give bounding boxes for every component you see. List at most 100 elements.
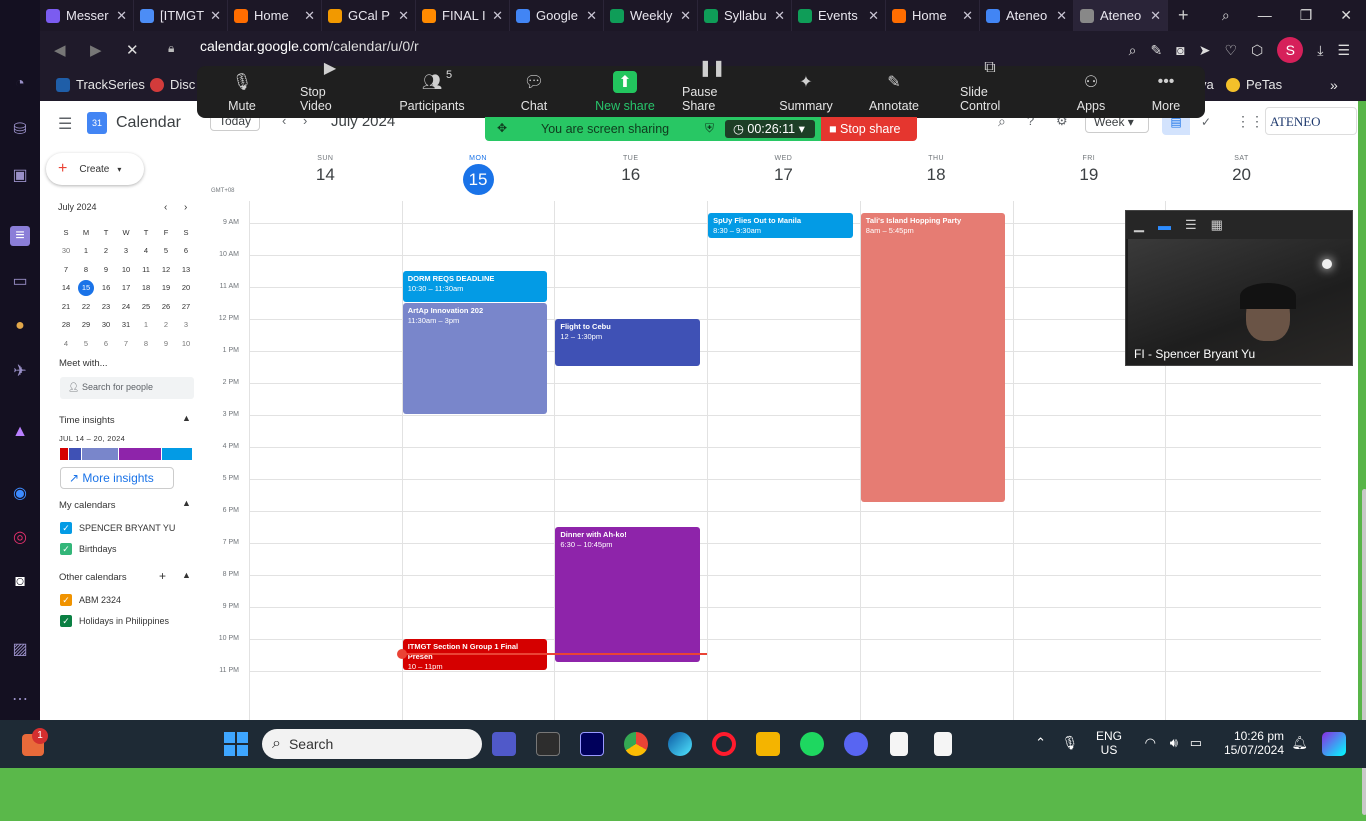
drag-handle-icon[interactable]: ✥: [497, 121, 507, 135]
search-people-input[interactable]: 👤︎ Search for people: [60, 377, 194, 399]
forward-icon[interactable]: ▶: [90, 41, 112, 59]
premiere-icon[interactable]: [580, 732, 604, 756]
clock[interactable]: 10:26 pm 15/07/2024: [1224, 729, 1284, 757]
file-explorer-icon[interactable]: [756, 732, 780, 756]
copilot-icon[interactable]: [1322, 732, 1346, 756]
mini-day[interactable]: 27: [176, 302, 196, 311]
zoom-chat-button[interactable]: 💬︎ Chat: [504, 71, 564, 113]
zoom-pause-share-button[interactable]: ❚❚ Pause Share: [682, 57, 742, 113]
wifi-icon[interactable]: ◠: [1145, 735, 1156, 751]
zoom-slide-control-button[interactable]: ⧉ Slide Control: [960, 57, 1020, 113]
day-header-sun[interactable]: SUN 14: [249, 155, 402, 185]
close-icon[interactable]: ✕: [398, 8, 409, 24]
minecraft-icon[interactable]: [536, 732, 560, 756]
close-icon[interactable]: ✕: [1056, 8, 1067, 24]
calendar-list-item[interactable]: ✓ ABM 2324: [60, 594, 121, 606]
share-timer[interactable]: ◷ 00:26:11 ▾: [725, 120, 815, 138]
minimize-icon[interactable]: —: [1258, 7, 1272, 24]
document-icon[interactable]: [890, 732, 908, 756]
mini-day[interactable]: 4: [56, 339, 76, 348]
day-header-thu[interactable]: THU 18: [860, 155, 1013, 185]
menu-icon[interactable]: ☰: [1337, 42, 1350, 59]
minimize-icon[interactable]: ▁: [1134, 217, 1144, 233]
mini-day[interactable]: 19: [156, 283, 176, 292]
battery-icon[interactable]: ▭: [1190, 735, 1202, 751]
back-icon[interactable]: ◀: [54, 41, 76, 59]
wallet-icon[interactable]: ●: [10, 316, 30, 336]
mini-day[interactable]: 8: [76, 265, 96, 274]
mini-day[interactable]: 13: [176, 265, 196, 274]
zoom-apps-button[interactable]: ⚇ Apps: [1061, 71, 1121, 113]
mini-day[interactable]: 30: [56, 246, 76, 255]
browser-tab[interactable]: GCal P ✕: [322, 0, 416, 31]
mini-day[interactable]: 1: [76, 246, 96, 255]
chevron-up-icon[interactable]: ⌃: [1035, 735, 1046, 751]
close-icon[interactable]: ✕: [868, 8, 879, 24]
instagram-icon[interactable]: ◎: [10, 528, 30, 548]
calendar-list-item[interactable]: ✓ Birthdays: [60, 543, 117, 555]
mini-day[interactable]: 10: [176, 339, 196, 348]
document-icon[interactable]: [934, 732, 952, 756]
more-insights-button[interactable]: ↗ More insights: [60, 467, 174, 489]
calendar-event[interactable]: Dinner with Ah-ko! 6:30 – 10:45pm: [555, 527, 701, 663]
heart-icon[interactable]: ♡: [1224, 42, 1237, 59]
calendar-event[interactable]: Flight to Cebu 12 – 1:30pm: [555, 319, 701, 367]
close-window-icon[interactable]: ✕: [1340, 7, 1352, 24]
browser-tab[interactable]: [ITMGT ✕: [134, 0, 228, 31]
close-icon[interactable]: ✕: [210, 8, 221, 24]
calendar-event[interactable]: Tali's Island Hopping Party 8am – 5:45pm: [860, 213, 1006, 503]
close-icon[interactable]: ✕: [304, 8, 315, 24]
browser-tab[interactable]: Google ✕: [510, 0, 604, 31]
calendar-list-item[interactable]: ✓ SPENCER BRYANT YU: [60, 522, 175, 534]
gallery-icon[interactable]: ▨: [10, 640, 30, 660]
browser-tab[interactable]: FINAL I ✕: [416, 0, 510, 31]
aria-icon[interactable]: ▲: [10, 422, 30, 442]
mini-day[interactable]: 18: [136, 283, 156, 292]
zoom-mute-button[interactable]: 🎙︎ Mute: [212, 71, 272, 113]
mini-day[interactable]: 3: [176, 320, 196, 329]
mini-day[interactable]: 24: [116, 302, 136, 311]
browser-tab[interactable]: Weekly ✕: [604, 0, 698, 31]
close-icon[interactable]: ✕: [116, 8, 127, 24]
checkbox-icon[interactable]: ✓: [60, 615, 72, 627]
speed-dial-icon[interactable]: ◔: [10, 74, 30, 94]
mini-day[interactable]: 22: [76, 302, 96, 311]
speaker-view-icon[interactable]: ▬: [1158, 218, 1171, 233]
day-header-mon[interactable]: MON 15: [402, 155, 555, 195]
mini-day[interactable]: 5: [76, 339, 96, 348]
browser-tab[interactable]: Home ✕: [228, 0, 322, 31]
browser-tab[interactable]: Ateneo ✕: [980, 0, 1074, 31]
calendar-event[interactable]: SpUy Flies Out to Manila 8:30 – 9:30am: [708, 213, 853, 239]
close-icon[interactable]: ✕: [774, 8, 785, 24]
search-icon[interactable]: ⌕: [1129, 42, 1137, 59]
mini-day[interactable]: 12: [156, 265, 176, 274]
apps-grid-icon[interactable]: ⋮⋮: [1236, 113, 1264, 130]
bookmark-petas[interactable]: PeTas: [1226, 77, 1282, 92]
bookmarks-more-icon[interactable]: »: [1330, 77, 1338, 93]
close-icon[interactable]: ✕: [1150, 8, 1161, 24]
strip-view-icon[interactable]: ☰: [1185, 217, 1197, 233]
collapse-icon[interactable]: ▲: [182, 570, 191, 580]
mini-next-icon[interactable]: ›: [184, 202, 187, 213]
day-header-wed[interactable]: WED 17: [707, 155, 860, 185]
mini-day[interactable]: 7: [116, 339, 136, 348]
mini-day[interactable]: 21: [56, 302, 76, 311]
stop-loading-icon[interactable]: ✕: [126, 41, 148, 59]
send-icon[interactable]: ➤: [1199, 42, 1211, 59]
bell-icon[interactable]: 🔔︎: [1291, 735, 1308, 751]
zoom-new-share-button[interactable]: ⬆ New share: [595, 71, 655, 113]
mini-day[interactable]: 10: [116, 265, 136, 274]
collapse-icon[interactable]: ▲: [182, 413, 191, 423]
book-icon[interactable]: ▭: [10, 272, 30, 292]
calendar-event[interactable]: DORM REQS DEADLINE 10:30 – 11:30am: [402, 271, 548, 303]
download-icon[interactable]: ⤓: [1317, 42, 1323, 59]
close-icon[interactable]: ✕: [586, 8, 597, 24]
add-calendar-icon[interactable]: +: [159, 569, 166, 583]
teams-icon[interactable]: [492, 732, 516, 756]
mini-day[interactable]: 15: [78, 279, 94, 296]
mini-day[interactable]: 14: [56, 283, 76, 292]
mini-day[interactable]: 25: [136, 302, 156, 311]
day-header-tue[interactable]: TUE 16: [554, 155, 707, 185]
checkbox-icon[interactable]: ✓: [60, 594, 72, 606]
checkbox-icon[interactable]: ✓: [60, 543, 72, 555]
